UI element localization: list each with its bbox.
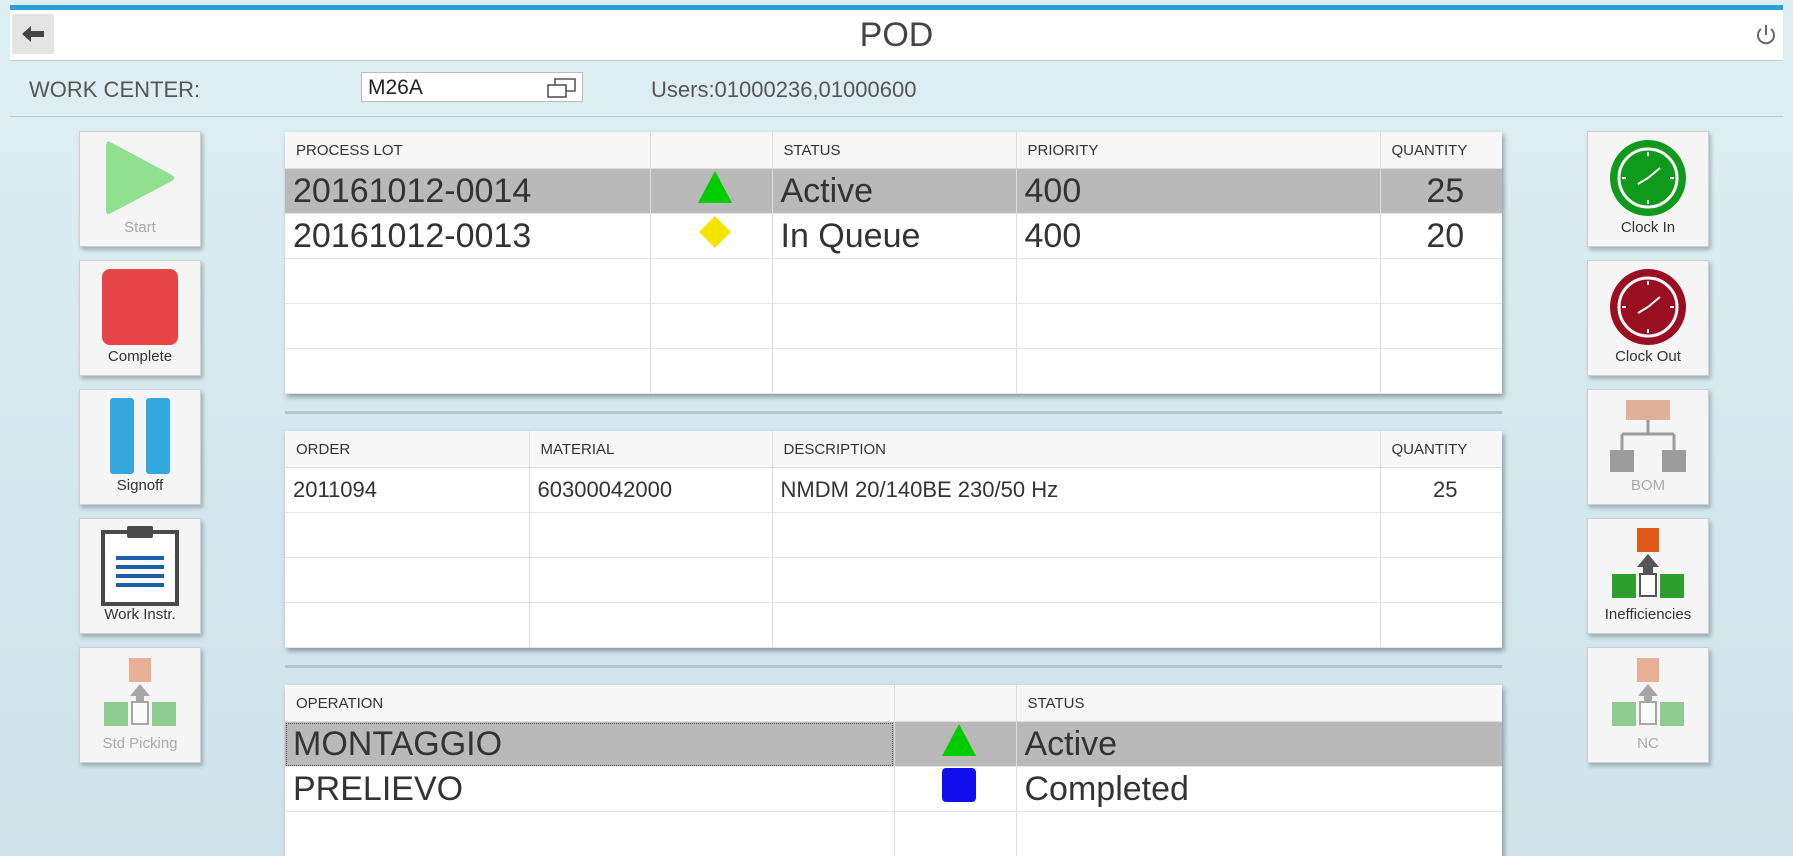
power-icon <box>1757 25 1775 45</box>
clock-out-label: Clock Out <box>1615 348 1681 365</box>
column-header-priority[interactable]: PRIORITY <box>1016 132 1381 169</box>
quantity-cell: 25 <box>1380 168 1502 214</box>
column-header-order[interactable]: ORDER <box>285 431 530 468</box>
yellow-diamond-icon <box>699 215 731 248</box>
signoff-button[interactable]: Signoff <box>79 389 201 505</box>
picking-icon <box>104 658 176 726</box>
description-cell: NMDM 20/140BE 230/50 Hz <box>772 467 1381 513</box>
clock-in-button[interactable]: Clock In <box>1587 131 1709 247</box>
complete-label: Complete <box>107 348 173 365</box>
pause-icon <box>110 398 170 474</box>
column-header-status[interactable]: STATUS <box>772 132 1017 169</box>
column-header-description[interactable]: DESCRIPTION <box>772 431 1381 468</box>
process-lot-table: PROCESS LOT STATUS PRIORITY QUANTITY 201… <box>285 132 1502 394</box>
operation-table: OPERATION STATUS MONTAGGIO Active PRELIE… <box>285 685 1502 856</box>
column-header-process-lot[interactable]: PROCESS LOT <box>285 132 651 169</box>
clock-in-icon <box>1610 140 1686 216</box>
inefficiencies-button[interactable]: Inefficiencies <box>1587 518 1709 634</box>
status-cell: In Queue <box>772 213 1017 259</box>
quantity-cell: 25 <box>1380 467 1502 513</box>
empty-row <box>285 602 1502 648</box>
clipboard-icon <box>101 526 179 606</box>
order-cell: 2011094 <box>285 467 530 513</box>
power-button[interactable] <box>1753 22 1783 52</box>
signoff-label: Signoff <box>116 477 164 494</box>
work-center-input[interactable]: M26A <box>361 72 583 102</box>
empty-row <box>285 557 1502 603</box>
column-header-quantity[interactable]: QUANTITY <box>1380 132 1502 169</box>
work-center-bar: WORK CENTER: M26A Users:01000236,0100060… <box>10 62 1783 117</box>
column-header-status-icon[interactable] <box>894 685 1017 722</box>
play-icon <box>106 141 174 214</box>
std-picking-button[interactable]: Std Picking <box>79 647 201 763</box>
column-header-status-icon[interactable] <box>650 132 773 169</box>
work-instructions-button[interactable]: Work Instr. <box>79 518 201 634</box>
nc-label: NC <box>1637 735 1659 752</box>
page-title: POD <box>859 16 934 54</box>
priority-cell: 400 <box>1016 168 1381 214</box>
clock-out-icon <box>1610 269 1686 345</box>
priority-cell: 400 <box>1016 213 1381 259</box>
process-lot-cell: 20161012-0014 <box>285 168 651 214</box>
empty-row <box>285 811 1502 856</box>
app-header: POD <box>10 10 1783 61</box>
divider <box>285 411 1502 414</box>
nc-button[interactable]: NC <box>1587 647 1709 763</box>
stop-icon <box>102 269 178 345</box>
table-row[interactable]: 20161012-0013 In Queue 400 20 <box>285 213 1502 259</box>
empty-row <box>285 303 1502 349</box>
blue-square-icon <box>942 767 976 802</box>
quantity-cell: 20 <box>1380 213 1502 259</box>
table-row[interactable]: 20161012-0014 Active 400 25 <box>285 168 1502 214</box>
column-header-material[interactable]: MATERIAL <box>529 431 773 468</box>
order-table: ORDER MATERIAL DESCRIPTION QUANTITY 2011… <box>285 431 1502 648</box>
status-cell: Active <box>1016 721 1502 767</box>
complete-button[interactable]: Complete <box>79 260 201 376</box>
empty-row <box>285 512 1502 558</box>
clock-out-button[interactable]: Clock Out <box>1587 260 1709 376</box>
work-center-label: WORK CENTER: <box>29 77 201 102</box>
divider <box>285 665 1502 668</box>
column-header-operation[interactable]: OPERATION <box>285 685 895 722</box>
start-label: Start <box>124 219 156 236</box>
clock-in-label: Clock In <box>1620 219 1676 236</box>
operation-cell: MONTAGGIO <box>285 721 895 767</box>
table-row[interactable]: MONTAGGIO Active <box>285 721 1502 767</box>
bom-label: BOM <box>1630 477 1666 494</box>
std-picking-label: Std Picking <box>102 735 178 752</box>
operation-cell: PRELIEVO <box>285 766 895 812</box>
value-help-icon[interactable] <box>546 76 578 100</box>
green-triangle-icon <box>942 723 976 756</box>
table-row[interactable]: PRELIEVO Completed <box>285 766 1502 812</box>
status-cell: Completed <box>1016 766 1502 812</box>
column-header-quantity[interactable]: QUANTITY <box>1380 431 1502 468</box>
bom-icon <box>1610 400 1686 472</box>
nc-icon <box>1612 658 1684 726</box>
inefficiencies-label: Inefficiencies <box>1604 606 1692 623</box>
process-lot-cell: 20161012-0013 <box>285 213 651 259</box>
material-cell: 60300042000 <box>529 467 773 513</box>
green-triangle-icon <box>698 170 732 203</box>
work-instructions-label: Work Instr. <box>104 606 176 623</box>
column-header-status[interactable]: STATUS <box>1016 685 1502 722</box>
empty-row <box>285 258 1502 304</box>
users-text: Users:01000236,01000600 <box>651 77 917 102</box>
bom-button[interactable]: BOM <box>1587 389 1709 505</box>
work-center-value: M26A <box>368 76 423 99</box>
inefficiencies-icon <box>1612 528 1684 598</box>
empty-row <box>285 348 1502 394</box>
table-row[interactable]: 2011094 60300042000 NMDM 20/140BE 230/50… <box>285 467 1502 513</box>
start-button[interactable]: Start <box>79 131 201 247</box>
status-cell: Active <box>772 168 1017 214</box>
